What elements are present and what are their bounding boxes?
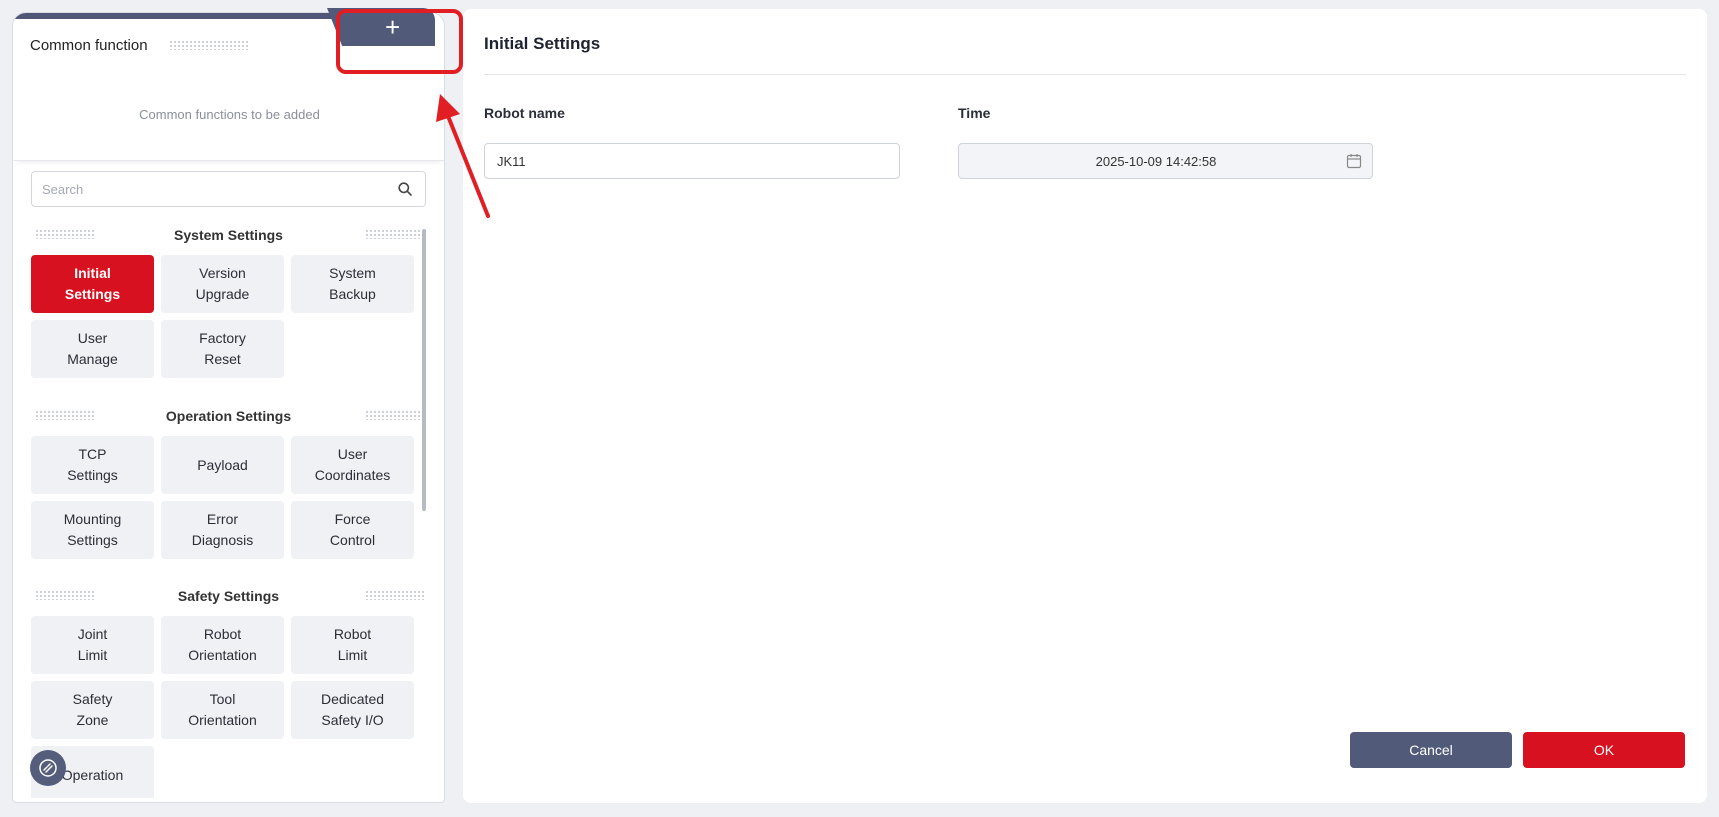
section-title-operation-settings: Operation Settings bbox=[31, 406, 426, 426]
tile-force-control[interactable]: Force Control bbox=[291, 501, 414, 559]
tile-robot-limit[interactable]: Robot Limit bbox=[291, 616, 414, 674]
link-icon[interactable] bbox=[30, 750, 66, 786]
tile-user-coordinates[interactable]: User Coordinates bbox=[291, 436, 414, 494]
menu-scrollbar[interactable] bbox=[422, 229, 426, 511]
time-label: Time bbox=[958, 105, 991, 121]
tile-dedicated-safety-io[interactable]: Dedicated Safety I/O bbox=[291, 681, 414, 739]
title-divider bbox=[484, 74, 1686, 75]
common-function-area: Common functions to be added bbox=[13, 63, 444, 161]
tile-error-diagnosis[interactable]: Error Diagnosis bbox=[161, 501, 284, 559]
decorative-dots bbox=[365, 229, 425, 239]
time-picker[interactable]: 2025-10-09 14:42:58 bbox=[958, 143, 1373, 179]
calendar-icon[interactable] bbox=[1346, 153, 1362, 169]
common-function-empty-text: Common functions to be added bbox=[139, 107, 320, 122]
search-input[interactable] bbox=[42, 172, 382, 206]
tile-user-manage[interactable]: User Manage bbox=[31, 320, 154, 378]
section-title-system-settings: System Settings bbox=[31, 225, 426, 245]
tile-robot-orientation[interactable]: Robot Orientation bbox=[161, 616, 284, 674]
common-function-title: Common function bbox=[30, 37, 148, 54]
annotation-arrow bbox=[436, 94, 490, 218]
annotation-highlight-box bbox=[336, 9, 463, 74]
tile-payload[interactable]: Payload bbox=[161, 436, 284, 494]
decorative-dots bbox=[365, 410, 425, 420]
section-title-safety-settings: Safety Settings bbox=[31, 586, 426, 606]
tile-tcp-settings[interactable]: TCP Settings bbox=[31, 436, 154, 494]
time-value: 2025-10-09 14:42:58 bbox=[1095, 154, 1217, 169]
page-title: Initial Settings bbox=[484, 34, 601, 53]
tile-factory-reset[interactable]: Factory Reset bbox=[161, 320, 284, 378]
robot-name-input[interactable] bbox=[484, 143, 900, 179]
link-icon-glyph bbox=[39, 759, 57, 777]
tile-safety-zone[interactable]: Safety Zone bbox=[31, 681, 154, 739]
ok-button[interactable]: OK bbox=[1523, 732, 1685, 768]
tile-initial-settings[interactable]: Initial Settings bbox=[31, 255, 154, 313]
decorative-dots bbox=[169, 40, 249, 50]
tile-version-upgrade[interactable]: Version Upgrade bbox=[161, 255, 284, 313]
function-menu[interactable]: System Settings Initial Settings Version… bbox=[13, 213, 444, 798]
search-box bbox=[31, 171, 426, 207]
tile-system-backup[interactable]: System Backup bbox=[291, 255, 414, 313]
tile-mounting-settings[interactable]: Mounting Settings bbox=[31, 501, 154, 559]
tile-tool-orientation[interactable]: Tool Orientation bbox=[161, 681, 284, 739]
search-icon[interactable] bbox=[397, 181, 413, 197]
left-panel: Common function Common functions to be a… bbox=[12, 12, 445, 803]
cancel-button[interactable]: Cancel bbox=[1350, 732, 1512, 768]
tile-joint-limit[interactable]: Joint Limit bbox=[31, 616, 154, 674]
main-panel: Initial Settings Robot name Time 2025-10… bbox=[463, 9, 1707, 803]
decorative-dots bbox=[365, 590, 425, 600]
